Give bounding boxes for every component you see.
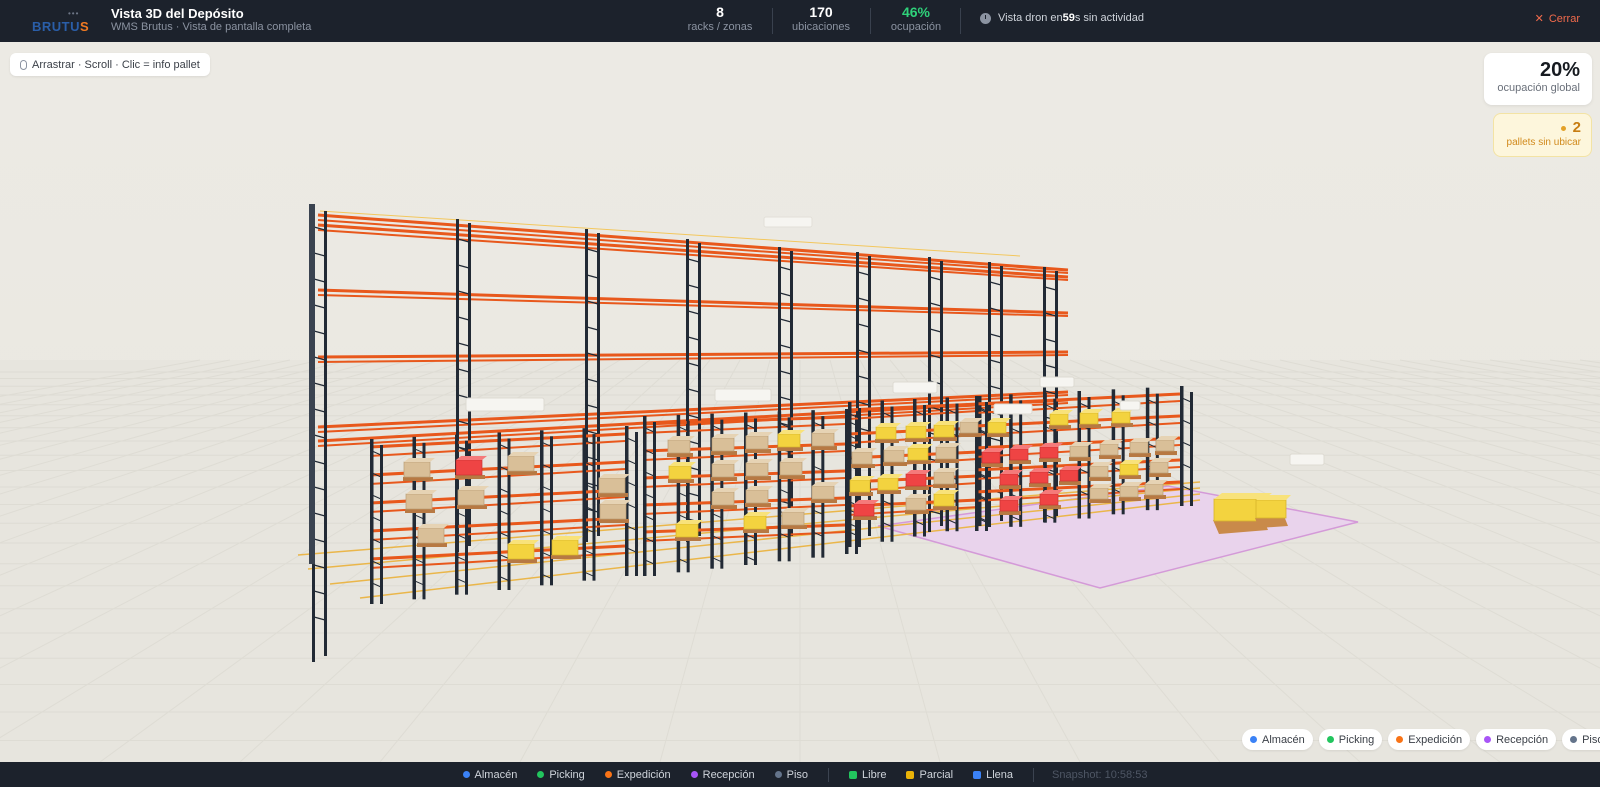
llena-swatch-icon — [973, 770, 982, 779]
divider — [960, 8, 961, 34]
page-subtitle: WMS Brutus · Vista de pantalla completa — [111, 21, 312, 33]
legend-picking-label: Picking — [549, 768, 585, 781]
pallet[interactable] — [455, 456, 487, 479]
bottom-legend-bar: Almacén Picking Expedición Recepción Pis… — [0, 762, 1600, 787]
pallet[interactable] — [457, 486, 489, 509]
warning-dot-icon — [1560, 125, 1566, 131]
drone-seconds: 59 — [1062, 12, 1075, 24]
stat-occupancy: 46% ocupación — [876, 5, 956, 34]
zone-chip-label: Expedición — [1408, 733, 1463, 746]
warehouse-3d-viewport[interactable]: Arrastrar · Scroll · Clic = info pallet … — [0, 42, 1600, 762]
recepcion-dot-icon — [690, 771, 698, 778]
zone-chip-label: Recepción — [1496, 733, 1549, 746]
legend-llena-label: Llena — [986, 768, 1014, 781]
legend-expedicion-label: Expedición — [616, 768, 671, 781]
drone-countdown: Vista dron en 59 s sin actividad — [980, 12, 1144, 24]
brutus-logo: ••• BRUTUS — [32, 6, 89, 36]
zone-chip[interactable]: Piso — [1562, 729, 1600, 750]
zone-dot-icon — [1484, 736, 1492, 743]
zone-dot-icon — [1250, 736, 1257, 743]
legend-parcial: Parcial — [906, 769, 953, 781]
zone-dot-icon — [1326, 736, 1334, 743]
zone-dot-icon — [1396, 736, 1404, 743]
controls-hint: Arrastrar · Scroll · Clic = info pallet — [10, 53, 210, 76]
close-button[interactable]: ✕ Cerrar — [1534, 12, 1580, 26]
libre-swatch-icon — [849, 770, 858, 779]
stat-racks-value: 8 — [716, 4, 724, 20]
controls-hint-text: Arrastrar · Scroll · Clic = info pallet — [32, 58, 200, 71]
legend-almacen: Almacén — [462, 768, 518, 781]
close-label: Cerrar — [1548, 12, 1580, 25]
zone-dot-icon — [1570, 736, 1578, 743]
zone-legend: Almacén Picking Expedición Recepción Piso — [1236, 729, 1600, 750]
unlocated-pallets-label: pallets sin ubicar — [1506, 137, 1581, 148]
divider — [870, 8, 871, 34]
legend-expedicion: Expedición — [604, 768, 671, 781]
zone-chip-label: Piso — [1582, 733, 1600, 746]
pallet[interactable] — [507, 540, 539, 563]
legend-almacen-label: Almacén — [474, 768, 518, 781]
stat-locations-label: ubicaciones — [791, 21, 851, 33]
warehouse-canvas[interactable] — [0, 42, 1600, 762]
pallet[interactable] — [598, 474, 630, 497]
legend-parcial-label: Parcial — [919, 768, 954, 781]
stat-occupancy-value: 46% — [901, 4, 931, 20]
picking-dot-icon — [537, 771, 545, 778]
unlocated-pallets-card[interactable]: 2 pallets sin ubicar — [1493, 113, 1592, 157]
legend-libre: Libre — [849, 769, 886, 781]
almacen-dot-icon — [462, 771, 470, 778]
pallet[interactable] — [507, 452, 539, 475]
stat-locations: 170 ubicaciones — [778, 5, 864, 34]
global-occupancy-label: ocupación global — [1497, 82, 1580, 94]
legend-recepcion-label: Recepción — [702, 768, 755, 781]
snapshot-time: Snapshot: 10:58:53 — [1052, 768, 1148, 781]
piso-dot-icon — [774, 771, 782, 778]
mouse-icon — [20, 59, 27, 70]
legend-llena: Llena — [973, 769, 1013, 781]
zone-chip[interactable]: Picking — [1318, 729, 1383, 750]
legend-piso-label: Piso — [786, 768, 809, 781]
pallet[interactable] — [417, 524, 449, 547]
drone-suffix: s sin actividad — [1074, 12, 1144, 24]
global-occupancy-card: 20% ocupación global — [1484, 53, 1592, 105]
pallet[interactable] — [599, 500, 631, 523]
drone-prefix: Vista dron en — [998, 12, 1063, 24]
close-icon: ✕ — [1534, 13, 1544, 25]
zone-chip[interactable]: Recepción — [1476, 729, 1557, 750]
unlocated-pallets-value: 2 — [1572, 119, 1581, 136]
divider — [1033, 767, 1035, 782]
pallet[interactable] — [403, 458, 435, 481]
zone-chip[interactable]: Almacén — [1242, 729, 1313, 750]
page-title: Vista 3D del Depósito — [111, 6, 244, 21]
stat-racks-label: racks / zonas — [687, 21, 753, 33]
pallet[interactable] — [405, 490, 437, 513]
logo-dots-icon: ••• — [68, 9, 80, 18]
zone-chip-label: Picking — [1338, 733, 1375, 746]
stat-occupancy-label: ocupación — [890, 21, 942, 33]
pallet[interactable] — [551, 536, 583, 559]
global-occupancy-value: 20% — [1539, 59, 1580, 81]
legend-libre-label: Libre — [862, 768, 887, 781]
legend-piso: Piso — [774, 768, 809, 781]
clock-icon — [980, 12, 991, 24]
stat-locations-value: 170 — [809, 4, 833, 20]
zone-chip[interactable]: Expedición — [1388, 729, 1471, 750]
stat-racks: 8 racks / zonas — [672, 5, 768, 34]
divider — [828, 767, 830, 782]
legend-picking: Picking — [537, 768, 585, 781]
zone-chip-label: Almacén — [1262, 733, 1305, 746]
legend-recepcion: Recepción — [690, 768, 755, 781]
expedicion-dot-icon — [604, 771, 612, 778]
parcial-swatch-icon — [906, 770, 915, 779]
logo-wordmark: BRUTUS — [32, 19, 90, 34]
top-bar: ••• BRUTUS Vista 3D del Depósito WMS Bru… — [0, 0, 1600, 42]
divider — [772, 8, 773, 34]
